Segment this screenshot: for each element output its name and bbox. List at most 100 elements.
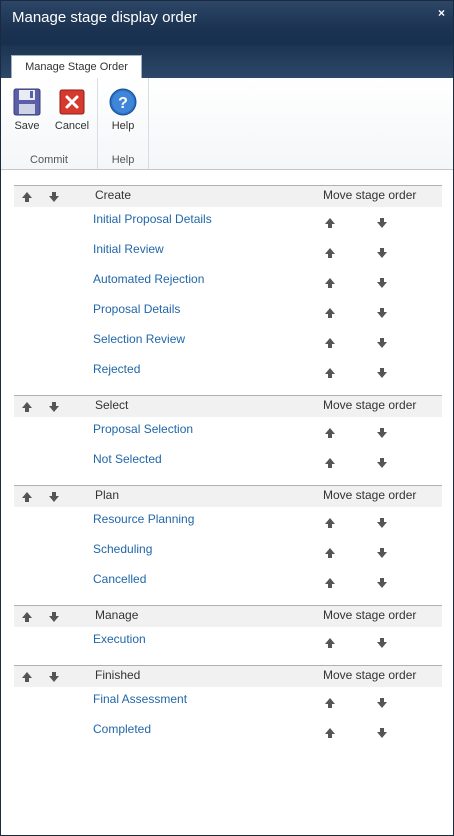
move-stage-order-label: Move stage order xyxy=(323,488,417,502)
move-item-up-icon[interactable] xyxy=(323,726,337,740)
stage-item-row: Resource Planning xyxy=(14,507,442,537)
stage-item-row: Cancelled xyxy=(14,567,442,597)
move-item-down-icon[interactable] xyxy=(375,246,389,260)
stage-name: Create xyxy=(95,188,132,202)
move-stage-down-icon[interactable] xyxy=(47,670,61,684)
move-item-down-icon[interactable] xyxy=(375,456,389,470)
stage-item-link[interactable]: Selection Review xyxy=(93,332,185,346)
move-stage-order-label: Move stage order xyxy=(323,398,417,412)
title-bar: Manage stage display order × xyxy=(1,1,453,45)
move-item-up-icon[interactable] xyxy=(323,306,337,320)
stage-spacer xyxy=(14,477,442,485)
close-icon[interactable]: × xyxy=(438,6,445,20)
move-item-down-icon[interactable] xyxy=(375,636,389,650)
stage-name: Manage xyxy=(95,608,139,622)
stage-item-link[interactable]: Final Assessment xyxy=(93,692,187,706)
stage-item-row: Not Selected xyxy=(14,447,442,477)
stage-item-link[interactable]: Execution xyxy=(93,632,146,646)
cancel-button-label: Cancel xyxy=(54,120,90,132)
stage-name: Plan xyxy=(95,488,120,502)
stage-item-row: Initial Proposal Details xyxy=(14,207,442,237)
ribbon-group-help-label: Help xyxy=(111,154,135,166)
move-item-up-icon[interactable] xyxy=(323,426,337,440)
move-item-down-icon[interactable] xyxy=(375,546,389,560)
stage-spacer xyxy=(14,657,442,665)
move-item-up-icon[interactable] xyxy=(323,576,337,590)
move-item-down-icon[interactable] xyxy=(375,516,389,530)
svg-text:?: ? xyxy=(118,95,128,112)
move-stage-down-icon[interactable] xyxy=(47,610,61,624)
cancel-icon xyxy=(59,89,85,115)
stage-item-row: Proposal Selection xyxy=(14,417,442,447)
move-stage-up-icon[interactable] xyxy=(20,610,34,624)
move-item-down-icon[interactable] xyxy=(375,696,389,710)
save-button[interactable]: Save xyxy=(11,88,43,132)
stage-item-row: Selection Review xyxy=(14,327,442,357)
stage-header: Finished Move stage order xyxy=(14,665,442,687)
move-item-down-icon[interactable] xyxy=(375,216,389,230)
cancel-button[interactable]: Cancel xyxy=(53,88,91,132)
move-item-up-icon[interactable] xyxy=(323,516,337,530)
move-stage-up-icon[interactable] xyxy=(20,670,34,684)
stage-item-link[interactable]: Initial Proposal Details xyxy=(93,212,212,226)
help-button[interactable]: ? Help xyxy=(108,88,138,132)
stage-header: Manage Move stage order xyxy=(14,605,442,627)
move-item-up-icon[interactable] xyxy=(323,696,337,710)
move-item-down-icon[interactable] xyxy=(375,726,389,740)
move-item-up-icon[interactable] xyxy=(323,216,337,230)
move-item-down-icon[interactable] xyxy=(375,426,389,440)
stage-item-row: Rejected xyxy=(14,357,442,387)
move-item-up-icon[interactable] xyxy=(323,636,337,650)
save-icon xyxy=(13,88,41,116)
stage-spacer xyxy=(14,387,442,395)
move-item-up-icon[interactable] xyxy=(323,336,337,350)
stage-item-link[interactable]: Initial Review xyxy=(93,242,164,256)
stage-header: Create Move stage order xyxy=(14,185,442,207)
move-stage-order-label: Move stage order xyxy=(323,608,417,622)
move-item-up-icon[interactable] xyxy=(323,276,337,290)
move-stage-up-icon[interactable] xyxy=(20,190,34,204)
stage-item-link[interactable]: Proposal Details xyxy=(93,302,180,316)
dialog-window: Manage stage display order × Manage Stag… xyxy=(0,0,454,836)
move-item-up-icon[interactable] xyxy=(323,546,337,560)
stage-item-link[interactable]: Cancelled xyxy=(93,572,146,586)
move-item-up-icon[interactable] xyxy=(323,366,337,380)
stage-item-link[interactable]: Automated Rejection xyxy=(93,272,204,286)
stage-item-link[interactable]: Completed xyxy=(93,722,151,736)
stage-item-link[interactable]: Scheduling xyxy=(93,542,152,556)
help-button-label: Help xyxy=(111,120,135,132)
stage-item-row: Initial Review xyxy=(14,237,442,267)
stage-item-row: Scheduling xyxy=(14,537,442,567)
move-stage-down-icon[interactable] xyxy=(47,490,61,504)
ribbon-group-commit: Save Cancel Commit xyxy=(1,78,98,169)
move-stage-order-label: Move stage order xyxy=(323,188,417,202)
stage-item-link[interactable]: Rejected xyxy=(93,362,140,376)
move-item-down-icon[interactable] xyxy=(375,276,389,290)
move-stage-order-label: Move stage order xyxy=(323,668,417,682)
save-button-label: Save xyxy=(14,120,40,132)
move-item-up-icon[interactable] xyxy=(323,456,337,470)
stage-item-row: Automated Rejection xyxy=(14,267,442,297)
ribbon-group-help: ? Help Help xyxy=(98,78,149,169)
stage-item-row: Execution xyxy=(14,627,442,657)
move-stage-down-icon[interactable] xyxy=(47,190,61,204)
move-item-down-icon[interactable] xyxy=(375,336,389,350)
move-stage-up-icon[interactable] xyxy=(20,400,34,414)
stage-item-link[interactable]: Not Selected xyxy=(93,452,162,466)
stage-header: Select Move stage order xyxy=(14,395,442,417)
move-item-up-icon[interactable] xyxy=(323,246,337,260)
stage-spacer xyxy=(14,597,442,605)
dialog-title: Manage stage display order xyxy=(12,9,198,26)
stage-item-link[interactable]: Resource Planning xyxy=(93,512,194,526)
move-stage-down-icon[interactable] xyxy=(47,400,61,414)
move-stage-up-icon[interactable] xyxy=(20,490,34,504)
tab-manage-stage-order[interactable]: Manage Stage Order xyxy=(11,55,142,78)
move-item-down-icon[interactable] xyxy=(375,576,389,590)
ribbon: Save Cancel Commit ? Help Help xyxy=(1,78,453,170)
ribbon-group-commit-label: Commit xyxy=(30,154,68,166)
move-item-down-icon[interactable] xyxy=(375,306,389,320)
stage-item-row: Completed xyxy=(14,717,442,747)
stage-item-row: Proposal Details xyxy=(14,297,442,327)
move-item-down-icon[interactable] xyxy=(375,366,389,380)
stage-item-link[interactable]: Proposal Selection xyxy=(93,422,193,436)
